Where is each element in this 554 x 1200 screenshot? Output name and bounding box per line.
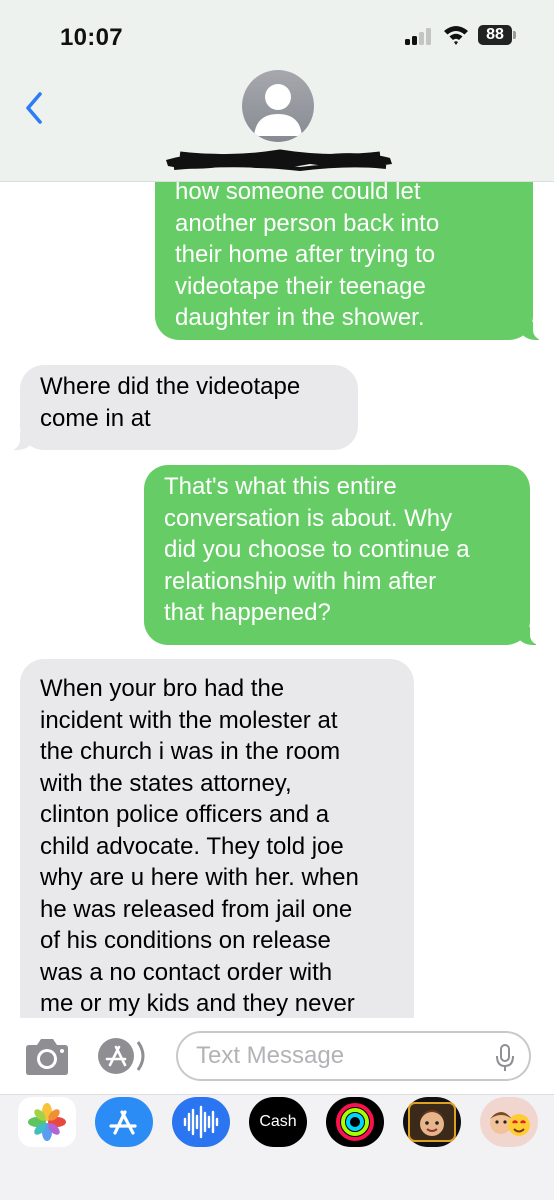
message-line: daughter in the shower.	[175, 304, 425, 331]
incoming-message-bubble[interactable]: When your bro had the incident with the …	[20, 659, 414, 1018]
microphone-icon[interactable]	[495, 1043, 515, 1073]
message-thread[interactable]: how someone could let another person bac…	[0, 182, 554, 1018]
outgoing-message-bubble[interactable]: how someone could let another person bac…	[155, 182, 543, 340]
message-line: was a no contact order with	[40, 958, 333, 986]
fitness-icon[interactable]	[326, 1097, 384, 1147]
message-line: come in at	[40, 404, 151, 432]
message-line: child advocate. They told joe	[40, 832, 344, 860]
person-placeholder-icon	[254, 84, 302, 136]
battery-tip	[513, 31, 516, 39]
photos-icon[interactable]	[18, 1097, 76, 1147]
redacted-contact-name	[166, 149, 392, 172]
message-line: incident with the molester at	[40, 706, 338, 734]
camera-icon[interactable]	[22, 1036, 72, 1078]
message-input-container[interactable]	[176, 1031, 531, 1081]
chevron-left-icon[interactable]	[20, 90, 50, 126]
message-line: videotape their teenage	[175, 272, 426, 300]
message-line: why are u here with her. when	[40, 864, 359, 891]
outgoing-message-bubble[interactable]: That's what this entire conversation is …	[144, 465, 540, 645]
message-line: how someone could let	[175, 182, 421, 205]
memoji-icon[interactable]	[403, 1097, 461, 1147]
message-line: did you choose to continue a	[164, 536, 470, 563]
memoji-stickers-icon[interactable]	[480, 1097, 538, 1147]
battery-indicator: 88	[478, 25, 512, 45]
message-line: another person back into	[175, 209, 440, 237]
cash-label: Cash	[259, 1113, 297, 1130]
compose-bar	[0, 1018, 554, 1094]
message-line: the church i was in the room	[40, 738, 341, 765]
message-line: That's what this entire	[164, 473, 397, 500]
message-line: me or my kids and they never	[40, 990, 355, 1017]
message-line: of his conditions on release	[40, 927, 331, 954]
contact-avatar[interactable]	[242, 70, 314, 142]
message-line: that happened?	[164, 599, 331, 626]
message-line: When your bro had the	[40, 675, 285, 702]
message-line: he was released from jail one	[40, 895, 353, 923]
message-line: with the states attorney,	[40, 769, 292, 797]
app-store-icon[interactable]	[95, 1097, 153, 1147]
message-line: conversation is about. Why	[164, 504, 453, 532]
cellular-signal-icon	[405, 27, 435, 45]
message-line: Where did the videotape	[40, 373, 301, 400]
message-line: clinton police officers and a	[40, 801, 330, 828]
conversation-header: 10:07 88	[0, 0, 554, 182]
message-line: relationship with him after	[164, 567, 437, 595]
cash-icon[interactable]: Cash	[249, 1097, 307, 1147]
app-store-button-icon[interactable]	[96, 1036, 152, 1076]
message-input[interactable]	[196, 1041, 476, 1071]
audio-message-icon[interactable]	[172, 1097, 230, 1147]
wifi-icon	[444, 26, 468, 45]
incoming-message-bubble[interactable]: Where did the videotape come in at	[10, 365, 358, 450]
message-line: their home after trying to	[175, 241, 436, 268]
status-time: 10:07	[60, 24, 123, 51]
imessage-app-drawer: Cash	[0, 1094, 554, 1200]
